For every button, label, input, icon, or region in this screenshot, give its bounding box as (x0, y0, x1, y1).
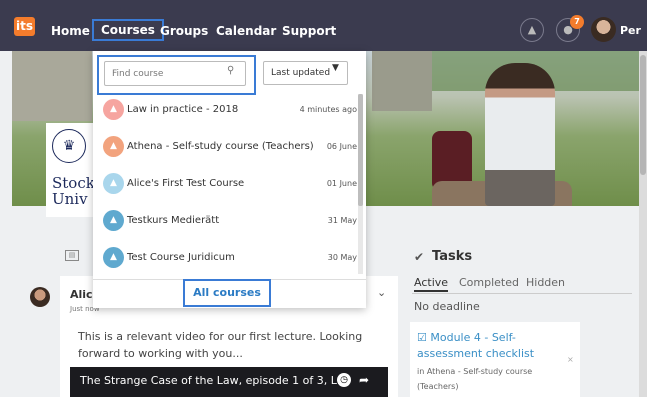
course-date: 30 May (327, 253, 357, 262)
post-author-avatar[interactable] (30, 287, 50, 307)
course-cap-icon: ▲ (103, 210, 124, 231)
course-name[interactable]: Law in practice - 2018 (127, 104, 238, 115)
course-item[interactable]: ▲ Athena - Self-study course (Teachers) … (93, 128, 363, 165)
task-course: in Athena - Self-study course (Teachers) (417, 367, 533, 391)
course-name[interactable]: Testkurs Medierätt (127, 215, 219, 226)
nav-calendar[interactable]: Calendar (216, 24, 276, 38)
close-icon[interactable]: × (567, 355, 574, 364)
caret-down-icon[interactable]: ▼ (332, 63, 339, 73)
top-navigation-bar: its Home Courses Groups Calendar Support… (0, 0, 647, 51)
dropdown-scrollbar[interactable] (358, 94, 363, 274)
tab-completed[interactable]: Completed (459, 276, 519, 289)
course-name[interactable]: Athena - Self-study course (Teachers) (127, 141, 314, 152)
course-item[interactable]: ▲ Law in practice - 2018 4 minutes ago (93, 91, 363, 128)
share-icon[interactable]: ➦ (359, 373, 369, 387)
course-date: 4 minutes ago (299, 105, 357, 114)
find-course-input[interactable] (104, 61, 246, 86)
course-cap-icon: ▲ (103, 247, 124, 268)
page-scrollbar[interactable] (639, 51, 647, 397)
nav-groups[interactable]: Groups (160, 24, 208, 38)
tab-hidden[interactable]: Hidden (526, 276, 565, 289)
hero-person (485, 63, 555, 206)
user-name[interactable]: Per (620, 24, 641, 37)
nav-courses[interactable]: Courses (92, 19, 164, 41)
task-title[interactable]: Module 4 - Self-assessment checklist (417, 331, 534, 360)
video-title[interactable]: The Strange Case of the Law, episode 1 o… (80, 374, 347, 387)
course-item[interactable]: ▲ Alice's First Test Course 01 June (93, 165, 363, 202)
task-link[interactable]: ☑ Module 4 - Self-assessment checklist (417, 330, 572, 362)
all-courses-link[interactable]: All courses (183, 279, 271, 307)
watch-later-icon[interactable]: ◷ (337, 373, 351, 387)
checkmark-icon: ✔ (414, 250, 425, 264)
user-avatar[interactable] (591, 17, 616, 42)
course-date: 01 June (326, 179, 357, 188)
post-author[interactable]: Alic (70, 288, 93, 301)
post-text: This is a relevant video for our first l… (78, 330, 363, 360)
course-date: 06 June (326, 142, 357, 151)
nav-home[interactable]: Home (51, 24, 90, 38)
tab-active[interactable]: Active (414, 276, 449, 292)
checklist-icon: ☑ (417, 331, 431, 344)
nav-support[interactable]: Support (282, 24, 336, 38)
tasks-heading: Tasks (432, 249, 473, 264)
its-logo[interactable]: its (14, 17, 35, 36)
feed-icon: ▤ (65, 250, 79, 261)
course-cap-icon: ▲ (103, 136, 124, 157)
page-scrollbar-thumb[interactable] (640, 55, 646, 175)
dropdown-scrollbar-thumb[interactable] (358, 94, 363, 206)
no-deadline-label: No deadline (414, 300, 480, 313)
tasks-divider (412, 293, 632, 294)
course-name[interactable]: Test Course Juridicum (127, 252, 235, 263)
notification-count-badge: 7 (570, 15, 584, 29)
course-item[interactable]: ▲ Test Course Juridicum 30 May (93, 239, 363, 276)
chevron-down-icon[interactable]: ⌄ (377, 286, 386, 299)
course-name[interactable]: Alice's First Test Course (127, 178, 244, 189)
course-date: 31 May (327, 216, 357, 225)
search-icon[interactable]: ⚲ (227, 65, 234, 76)
course-cap-icon: ▲ (103, 173, 124, 194)
university-name: Stock Univ (52, 174, 95, 208)
hero-building (12, 51, 92, 121)
notifications-icon[interactable]: ▲ (520, 18, 544, 42)
course-item[interactable]: ▲ Testkurs Medierätt 31 May (93, 202, 363, 239)
university-seal-icon: ♛ (52, 129, 86, 163)
course-cap-icon: ▲ (103, 99, 124, 120)
hero-building (372, 51, 432, 111)
